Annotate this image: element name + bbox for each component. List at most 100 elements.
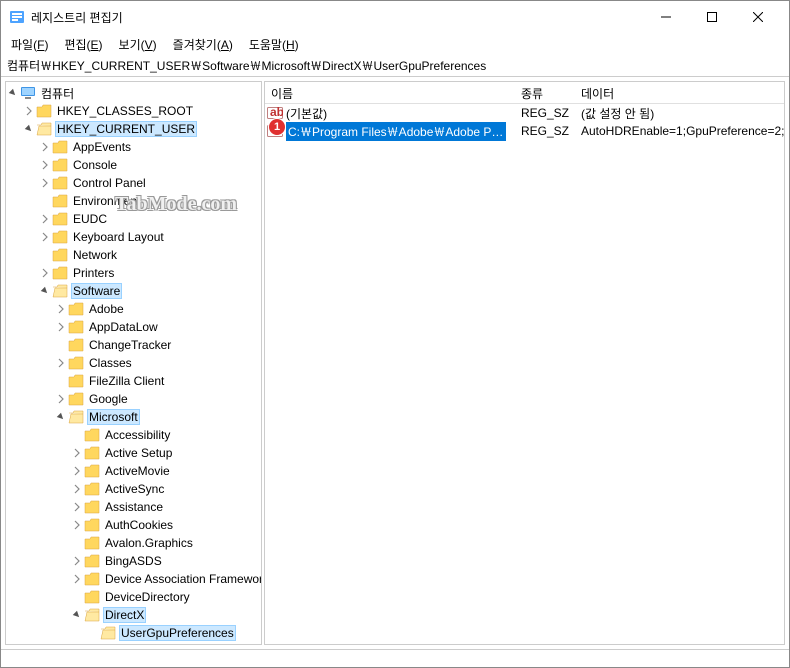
tree-label[interactable]: ActiveSync bbox=[103, 482, 166, 496]
tree-label[interactable]: Active Setup bbox=[103, 446, 174, 460]
expand-icon[interactable] bbox=[54, 356, 68, 370]
tree-label[interactable]: EUDC bbox=[71, 212, 109, 226]
tree-label[interactable]: 컴퓨터 bbox=[39, 85, 76, 102]
tree-label[interactable]: ChangeTracker bbox=[87, 338, 173, 352]
expand-icon[interactable] bbox=[22, 122, 36, 136]
expand-icon[interactable] bbox=[38, 284, 52, 298]
tree-label[interactable]: BingASDS bbox=[103, 554, 164, 568]
address-bar[interactable]: 컴퓨터￦HKEY_CURRENT_USER￦Software￦Microsoft… bbox=[1, 55, 789, 77]
folder-icon bbox=[52, 284, 68, 298]
expand-icon[interactable] bbox=[38, 230, 52, 244]
list-row[interactable]: ab (기본값) REG_SZ (값 설정 안 됨) bbox=[265, 104, 784, 122]
tree-label[interactable]: Console bbox=[71, 158, 119, 172]
tree-label[interactable]: Control Panel bbox=[71, 176, 148, 190]
expand-icon[interactable] bbox=[54, 302, 68, 316]
expand-icon[interactable] bbox=[70, 572, 84, 586]
tree-label[interactable]: DirectX bbox=[103, 607, 146, 623]
folder-icon bbox=[84, 500, 100, 514]
minimize-button[interactable] bbox=[643, 1, 689, 33]
expand-icon[interactable] bbox=[70, 446, 84, 460]
folder-icon bbox=[52, 194, 68, 208]
list-header: 이름 종류 데이터 bbox=[265, 82, 784, 104]
tree-label[interactable]: DeviceDirectory bbox=[103, 590, 192, 604]
value-type: REG_SZ bbox=[515, 124, 575, 138]
tree-label[interactable]: HKEY_CURRENT_USER bbox=[55, 121, 197, 137]
expand-icon[interactable] bbox=[54, 320, 68, 334]
tree-label[interactable]: Assistance bbox=[103, 500, 165, 514]
tree-label[interactable]: Avalon.Graphics bbox=[103, 536, 195, 550]
folder-icon bbox=[68, 374, 84, 388]
expand-icon[interactable] bbox=[6, 86, 20, 100]
menu-favorites[interactable]: 즐겨찾기(A) bbox=[167, 34, 239, 55]
tree-label[interactable]: Environment bbox=[71, 194, 142, 208]
tree-label[interactable]: AuthCookies bbox=[103, 518, 175, 532]
expand-icon[interactable] bbox=[22, 104, 36, 118]
expand-icon[interactable] bbox=[38, 176, 52, 190]
folder-icon bbox=[52, 212, 68, 226]
tree-label[interactable]: UserGpuPreferences bbox=[119, 625, 236, 641]
expand-icon[interactable] bbox=[70, 644, 84, 645]
expand-icon[interactable] bbox=[38, 212, 52, 226]
maximize-button[interactable] bbox=[689, 1, 735, 33]
list-row[interactable]: ab C:￦Program Files￦Adobe￦Adobe Phot... … bbox=[265, 122, 784, 140]
expand-icon[interactable] bbox=[54, 410, 68, 424]
tree-label[interactable]: AppEvents bbox=[71, 140, 133, 154]
folder-icon bbox=[84, 644, 100, 645]
menu-view[interactable]: 보기(V) bbox=[113, 34, 163, 55]
tree-label[interactable]: Keyboard Layout bbox=[71, 230, 166, 244]
tree-label[interactable]: Microsoft bbox=[87, 409, 140, 425]
expand-icon[interactable] bbox=[54, 392, 68, 406]
list-view[interactable]: 이름 종류 데이터 ab (기본값) REG_SZ (값 설정 안 됨) ab … bbox=[264, 81, 785, 645]
expand-icon[interactable] bbox=[38, 266, 52, 280]
expand-icon[interactable] bbox=[70, 518, 84, 532]
value-data: AutoHDREnable=1;GpuPreference=2; bbox=[575, 124, 784, 138]
folder-icon bbox=[84, 608, 100, 622]
tree-view[interactable]: 컴퓨터 HKEY_CLASSES_ROOT HKEY_CURRENT_USER … bbox=[5, 81, 262, 645]
computer-icon bbox=[20, 86, 36, 100]
tree-label[interactable]: Adobe bbox=[87, 302, 126, 316]
folder-icon bbox=[52, 158, 68, 172]
menu-help[interactable]: 도움말(H) bbox=[243, 34, 305, 55]
folder-icon bbox=[84, 464, 100, 478]
tree-label[interactable]: Classes bbox=[87, 356, 134, 370]
tree-label[interactable]: Accessibility bbox=[103, 428, 172, 442]
folder-icon bbox=[36, 122, 52, 136]
tree-label[interactable]: HKEY_CLASSES_ROOT bbox=[55, 104, 195, 118]
close-button[interactable] bbox=[735, 1, 781, 33]
window-controls bbox=[643, 1, 781, 33]
folder-icon bbox=[68, 338, 84, 352]
tree-label[interactable]: Printers bbox=[71, 266, 116, 280]
app-icon bbox=[9, 9, 25, 25]
tree-label[interactable]: Software bbox=[71, 283, 122, 299]
tree-label[interactable]: Ease of Access bbox=[103, 644, 189, 645]
folder-icon bbox=[84, 518, 100, 532]
tree-label[interactable]: Google bbox=[87, 392, 130, 406]
folder-icon bbox=[52, 248, 68, 262]
expand-icon[interactable] bbox=[70, 554, 84, 568]
folder-icon bbox=[68, 392, 84, 406]
column-header-name[interactable]: 이름 bbox=[265, 82, 515, 103]
title-bar: 레지스트리 편집기 bbox=[1, 1, 789, 33]
expand-icon[interactable] bbox=[70, 608, 84, 622]
expand-icon[interactable] bbox=[70, 500, 84, 514]
folder-icon bbox=[52, 230, 68, 244]
menu-bar: 파일(F) 편집(E) 보기(V) 즐겨찾기(A) 도움말(H) bbox=[1, 33, 789, 55]
value-data: (값 설정 안 됨) bbox=[575, 105, 784, 122]
tree-label[interactable]: AppDataLow bbox=[87, 320, 160, 334]
expand-icon[interactable] bbox=[38, 158, 52, 172]
tree-label[interactable]: Network bbox=[71, 248, 119, 262]
folder-icon bbox=[84, 428, 100, 442]
tree-label[interactable]: FileZilla Client bbox=[87, 374, 166, 388]
expand-icon[interactable] bbox=[38, 140, 52, 154]
menu-file[interactable]: 파일(F) bbox=[5, 34, 54, 55]
folder-icon bbox=[36, 104, 52, 118]
tree-label[interactable]: Device Association Framework bbox=[103, 572, 262, 586]
expand-icon[interactable] bbox=[70, 482, 84, 496]
column-header-type[interactable]: 종류 bbox=[515, 82, 575, 103]
menu-edit[interactable]: 편집(E) bbox=[58, 34, 108, 55]
status-bar bbox=[1, 649, 789, 667]
tree-label[interactable]: ActiveMovie bbox=[103, 464, 172, 478]
column-header-data[interactable]: 데이터 bbox=[575, 82, 784, 103]
main-area: 컴퓨터 HKEY_CLASSES_ROOT HKEY_CURRENT_USER … bbox=[1, 77, 789, 649]
expand-icon[interactable] bbox=[70, 464, 84, 478]
